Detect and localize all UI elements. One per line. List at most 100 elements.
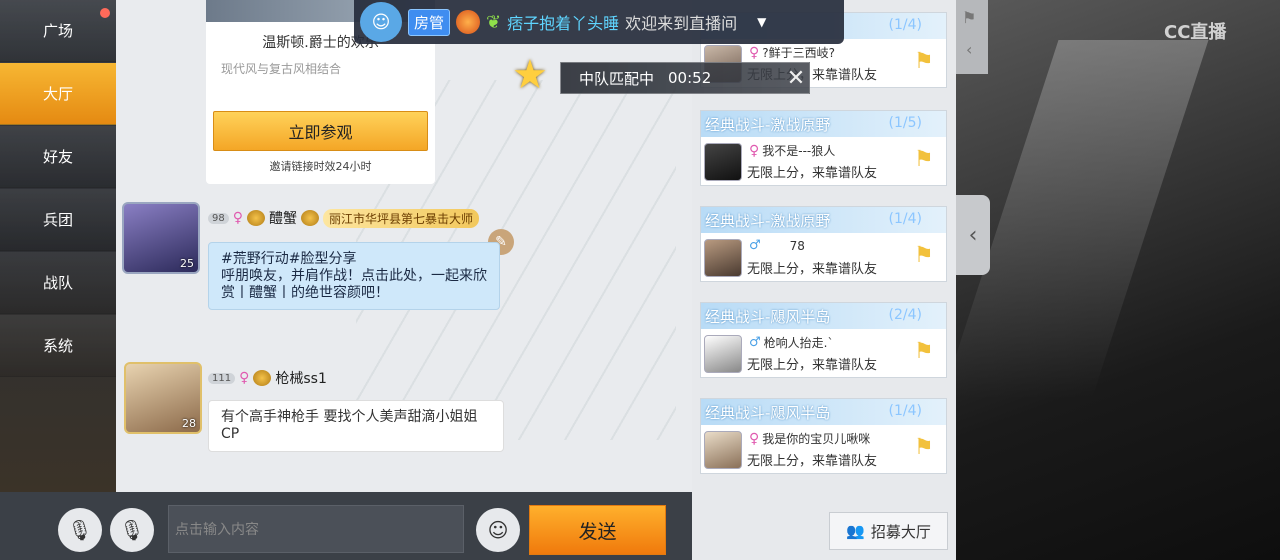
matchmaking-toast: 中队匹配中 00:52 ★ ✕ [512, 52, 810, 98]
title-badge-icon [301, 210, 319, 226]
mascot-icon: ☺ [360, 2, 402, 42]
sidebar-menu: 广场 大厅 好友 兵团 战队 系统 [0, 0, 116, 492]
sidebar-item-system[interactable]: 系统 [0, 315, 116, 377]
smiley-icon: ☺ [487, 518, 509, 542]
rank-badge-icon [253, 370, 272, 386]
team-mode: 经典战斗-飓风半岛 [705, 403, 831, 422]
join-flag-icon[interactable]: ⚑ [914, 49, 938, 77]
send-button[interactable]: 发送 [529, 505, 666, 555]
join-flag-icon[interactable]: ⚑ [914, 435, 938, 463]
matchmaking-panel: 中队匹配中 00:52 [560, 62, 810, 94]
sidebar-item-plaza[interactable]: 广场 [0, 0, 116, 62]
chat-input[interactable]: 点击输入内容 [168, 505, 464, 553]
flag-icon[interactable]: ⚑ [962, 8, 976, 27]
chevron-left-icon[interactable]: ‹ [966, 40, 972, 59]
close-icon[interactable]: ✕ [782, 64, 810, 92]
team-leader-name: 我是你的宝贝儿啾咪 [762, 432, 871, 446]
team-leader-avatar [704, 431, 742, 469]
recruit-hall-button[interactable]: 👥 招募大厅 [829, 512, 948, 550]
microphone-icon: 🎙 [67, 518, 93, 542]
level-badge: 111 [208, 372, 236, 384]
message-bubble[interactable]: 有个高手神枪手 要找个人美声甜滴小姐姐CP [208, 400, 504, 452]
team-card[interactable]: 经典战斗-激战原野 (1/5) ♀ 我不是---狼人 无限上分，来靠谱队友 ⚑ [700, 110, 947, 186]
sidebar-item-team[interactable]: 战队 [0, 252, 116, 314]
female-icon: ♀ [749, 430, 760, 447]
sidebar-item-legion[interactable]: 兵团 [0, 189, 116, 251]
watermark-logo: CC直播 [1164, 22, 1227, 43]
team-mode-header: 经典战斗-飓风半岛 (2/4) [701, 303, 946, 329]
team-mode: 经典战斗-激战原野 [705, 115, 831, 134]
team-leader: ♂ 78 [749, 238, 805, 253]
team-card[interactable]: 经典战斗-飓风半岛 (1/4) ♀ 我是你的宝贝儿啾咪 无限上分，来靠谱队友 ⚑ [700, 398, 947, 474]
join-flag-icon[interactable]: ⚑ [914, 339, 938, 367]
sidebar-item-label: 大厅 [42, 85, 73, 103]
host-name[interactable]: 痞子抱着丫头睡 [507, 10, 619, 34]
team-leader: ♂ 枪响人抬走.` [749, 334, 833, 351]
avatar-level: 28 [182, 417, 196, 430]
team-leader-avatar [704, 335, 742, 373]
team-description: 无限上分，来靠谱队友 [747, 358, 878, 373]
team-mode-header: 经典战斗-激战原野 (1/5) [701, 111, 946, 137]
team-count: (1/5) [888, 115, 922, 131]
team-description: 无限上分，来靠谱队友 [747, 454, 878, 469]
collapse-panel-button[interactable]: ‹ [956, 195, 990, 275]
team-mode-header: 经典战斗-飓风半岛 (1/4) [701, 399, 946, 425]
team-description: 无限上分，来靠谱队友 [747, 262, 878, 277]
voice-button[interactable]: 🎙 [110, 508, 154, 552]
join-flag-icon[interactable]: ⚑ [914, 243, 938, 271]
chevron-down-icon[interactable]: ▼ [757, 15, 766, 29]
avatar[interactable]: 28 [124, 362, 202, 434]
team-leader-name: 我不是---狼人 [762, 144, 836, 158]
male-icon: ♂ [749, 335, 761, 350]
team-mode: 经典战斗-激战原野 [705, 211, 831, 230]
sender-name[interactable]: 枪械ss1 [275, 368, 327, 388]
avatar[interactable]: 25 [122, 202, 200, 274]
room-welcome-banner: ☺ 房管 ❦ 痞子抱着丫头睡 欢迎来到直播间 ▼ [354, 0, 844, 44]
join-flag-icon[interactable]: ⚑ [914, 147, 938, 175]
team-leader-avatar [704, 239, 742, 277]
team-count: (1/4) [888, 403, 922, 419]
chevron-left-icon: ‹ [968, 222, 978, 248]
voice-a-button[interactable]: 🎙 [58, 508, 102, 552]
message-bubble[interactable]: #荒野行动#脸型分享 呼朋唤友，并肩作战！点击此处，一起来欣赏丨醴蟹丨的绝世容颜… [208, 242, 500, 310]
team-leader: ♀ 我不是---狼人 [749, 142, 835, 159]
message-meta: 98 ♀ 醴蟹 丽江市华坪县第七暴击大师 [208, 208, 480, 228]
team-leader-avatar [704, 143, 742, 181]
sidebar-item-friends[interactable]: 好友 [0, 126, 116, 188]
female-icon: ♀ [239, 370, 250, 386]
team-count: (1/4) [888, 17, 922, 33]
sidebar-item-label: 广场 [42, 22, 73, 40]
sidebar-item-label: 好友 [42, 148, 73, 166]
sidebar-item-label: 系统 [42, 337, 73, 355]
matchmaking-timer: 00:52 [668, 69, 712, 87]
team-leader-name: 78 [789, 238, 805, 253]
sender-name[interactable]: 醴蟹 [269, 208, 297, 228]
invite-card-note: 邀请链接时效24小时 [269, 160, 372, 173]
male-icon: ♂ [749, 238, 761, 253]
sidebar-item-label: 战队 [42, 274, 73, 292]
team-mode: 经典战斗-飓风半岛 [705, 307, 831, 326]
welcome-text: 欢迎来到直播间 [625, 14, 738, 33]
sidebar-item-label: 兵团 [42, 211, 73, 229]
team-leader-name: 枪响人抬走.` [763, 336, 834, 350]
group-icon: 👥 [846, 522, 865, 540]
matchmaking-label: 中队匹配中 [579, 69, 655, 88]
microphone-icon: 🎙 [119, 518, 145, 542]
visit-now-button[interactable]: 立即参观 [213, 111, 428, 151]
team-card[interactable]: 经典战斗-激战原野 (1/4) ♂ 78 无限上分，来靠谱队友 ⚑ [700, 206, 947, 282]
team-mode-header: 经典战斗-激战原野 (1/4) [701, 207, 946, 233]
rank-badge-icon [247, 210, 265, 226]
emoji-button[interactable]: ☺ [476, 508, 520, 552]
team-count: (1/4) [888, 211, 922, 227]
invite-card-subtitle: 现代风与复古风相结合 [221, 62, 342, 76]
notification-dot [100, 8, 110, 18]
message-meta: 111 ♀ 枪械ss1 [208, 368, 327, 388]
avatar-level: 25 [180, 257, 194, 270]
level-badge: 98 [208, 212, 229, 224]
rank-star-icon: ★ [512, 52, 548, 98]
team-description: 无限上分，来靠谱队友 [747, 166, 878, 181]
role-badge: 房管 [408, 8, 451, 36]
sidebar-item-hall[interactable]: 大厅 [0, 63, 116, 125]
team-card[interactable]: 经典战斗-飓风半岛 (2/4) ♂ 枪响人抬走.` 无限上分，来靠谱队友 ⚑ [700, 302, 947, 378]
recruit-hall-label: 招募大厅 [870, 522, 931, 541]
